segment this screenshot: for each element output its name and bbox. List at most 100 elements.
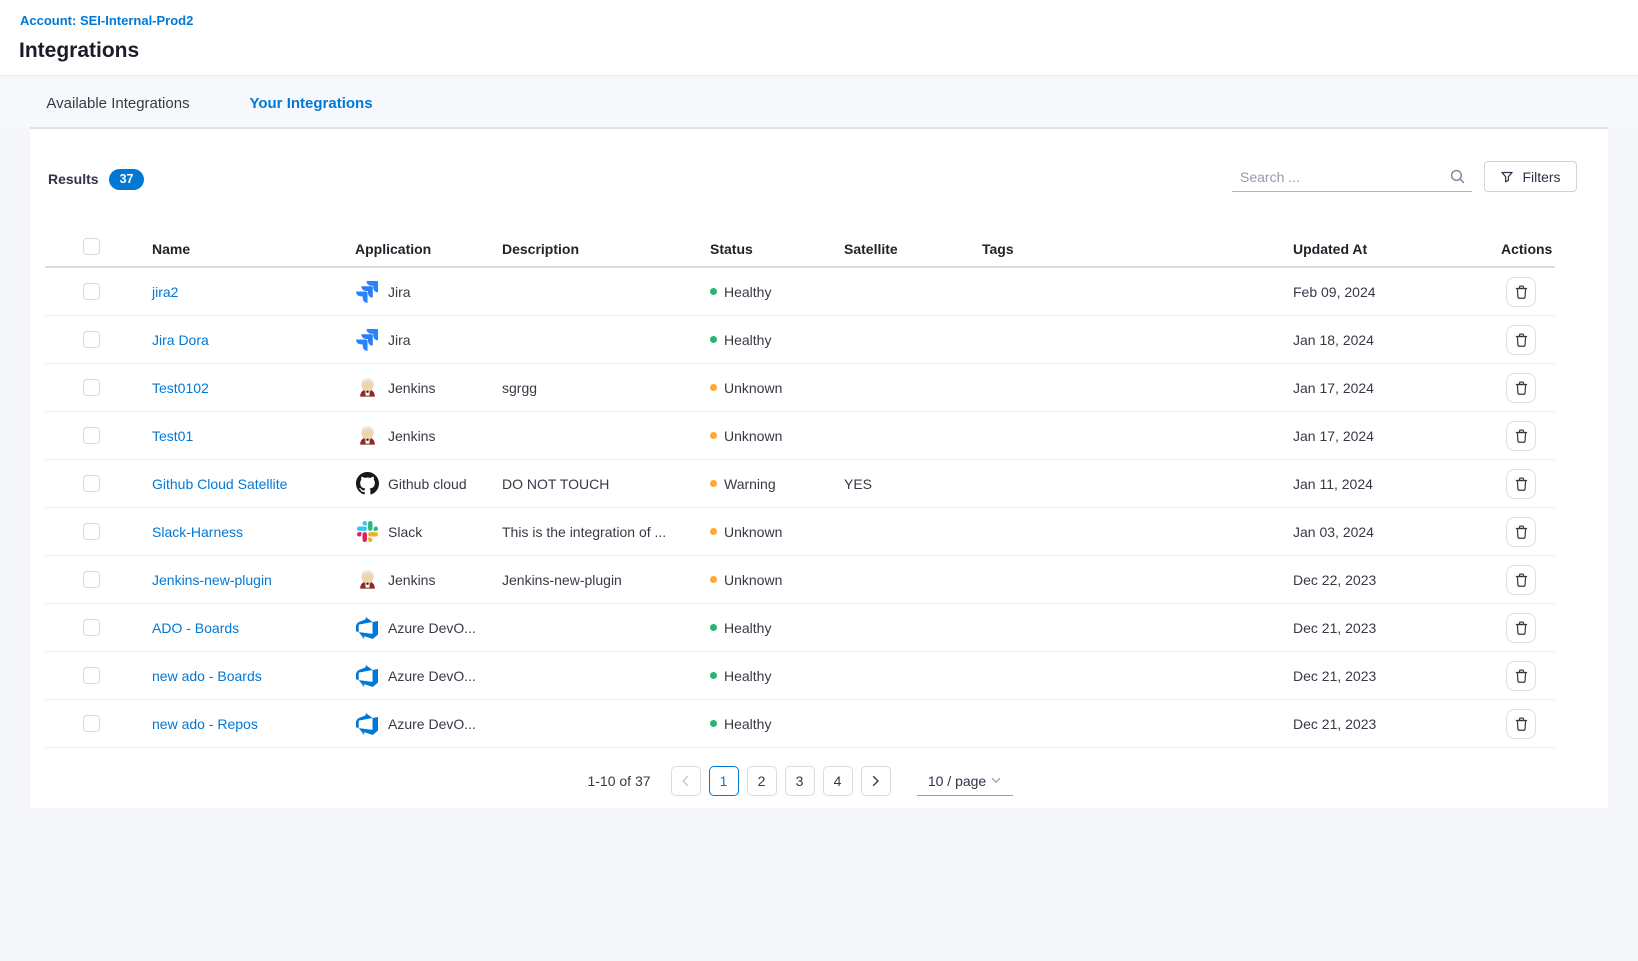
status-text: Healthy (724, 332, 771, 348)
delete-integration-button[interactable] (1506, 421, 1536, 451)
tab-your-integrations[interactable]: Your Integrations (237, 77, 385, 129)
row-checkbox[interactable] (83, 283, 100, 300)
application-label: Azure DevO... (388, 716, 476, 732)
row-checkbox[interactable] (83, 667, 100, 684)
row-checkbox[interactable] (83, 571, 100, 588)
column-header-actions: Actions (1495, 241, 1555, 257)
delete-integration-button[interactable] (1506, 277, 1536, 307)
updated-at-value: Dec 21, 2023 (1293, 716, 1376, 732)
status-dot (710, 624, 717, 631)
status-dot (710, 480, 717, 487)
select-all-checkbox[interactable] (83, 238, 100, 255)
page-title: Integrations (19, 39, 139, 63)
integration-name-link[interactable]: new ado - Repos (152, 716, 258, 732)
azure-devops-icon (355, 664, 379, 688)
table-row: Jenkins-new-pluginJenkinsJenkins-new-plu… (45, 556, 1555, 604)
updated-at-value: Jan 11, 2024 (1293, 476, 1373, 492)
integration-name-link[interactable]: Jenkins-new-plugin (152, 572, 272, 588)
row-checkbox[interactable] (83, 379, 100, 396)
table-row: new ado - BoardsAzure DevO...HealthyDec … (45, 652, 1555, 700)
github-icon (355, 472, 379, 496)
account-breadcrumb-link[interactable]: Account: SEI-Internal-Prod2 (20, 13, 193, 28)
column-header-status: Status (695, 241, 840, 257)
integration-name-link[interactable]: Jira Dora (152, 332, 209, 348)
table-row: jira2JiraHealthyFeb 09, 2024 (45, 268, 1555, 316)
jenkins-icon (355, 376, 379, 400)
delete-integration-button[interactable] (1506, 325, 1536, 355)
delete-integration-button[interactable] (1506, 517, 1536, 547)
status-text: Unknown (724, 524, 782, 540)
delete-integration-button[interactable] (1506, 565, 1536, 595)
search-field (1232, 162, 1472, 192)
filter-funnel-icon (1500, 170, 1514, 184)
status-dot (710, 432, 717, 439)
column-header-satellite: Satellite (840, 241, 975, 257)
row-checkbox[interactable] (83, 427, 100, 444)
azure-devops-icon (355, 616, 379, 640)
description-text: This is the integration of ... (502, 524, 666, 540)
status-dot (710, 336, 717, 343)
status-dot (710, 288, 717, 295)
delete-integration-button[interactable] (1506, 373, 1536, 403)
table-row: Jira Dora Jira Healthy Jan 18, 2024 (45, 316, 1555, 364)
updated-at-value: Jan 18, 2024 (1293, 332, 1374, 348)
delete-integration-button[interactable] (1506, 661, 1536, 691)
pagination-page-button-2[interactable]: 2 (747, 766, 777, 796)
integration-name-link[interactable]: Test01 (152, 428, 193, 444)
integration-name-link[interactable]: jira2 (152, 284, 178, 300)
filters-button[interactable]: Filters (1484, 161, 1577, 192)
application-label: Jira (388, 284, 411, 300)
chevron-down-icon (991, 777, 1001, 784)
integration-name-link[interactable]: Github Cloud Satellite (152, 476, 287, 492)
jira-icon (355, 280, 379, 304)
application-label: Jira (388, 332, 411, 348)
page-size-select[interactable]: 10 / page (917, 766, 1013, 796)
tab-available-integrations[interactable]: Available Integrations (32, 77, 204, 129)
updated-at-value: Dec 22, 2023 (1293, 572, 1376, 588)
search-input[interactable] (1232, 169, 1449, 185)
application-label: Slack (388, 524, 422, 540)
status-dot (710, 576, 717, 583)
azure-devops-icon (355, 712, 379, 736)
status-text: Unknown (724, 572, 782, 588)
row-checkbox[interactable] (83, 523, 100, 540)
pagination-page-button-3[interactable]: 3 (785, 766, 815, 796)
pagination-page-button-1[interactable]: 1 (709, 766, 739, 796)
pagination-bar: 1-10 of 37 1234 10 / page (45, 765, 1555, 797)
top-header: Account: SEI-Internal-Prod2 Integrations (0, 0, 1638, 76)
delete-integration-button[interactable] (1506, 613, 1536, 643)
integration-name-link[interactable]: Test0102 (152, 380, 209, 396)
pagination-page-button-4[interactable]: 4 (823, 766, 853, 796)
delete-integration-button[interactable] (1506, 709, 1536, 739)
column-header-description: Description (490, 241, 695, 257)
status-dot (710, 384, 717, 391)
updated-at-value: Jan 17, 2024 (1293, 428, 1374, 444)
row-checkbox[interactable] (83, 715, 100, 732)
integration-name-link[interactable]: Slack-Harness (152, 524, 243, 540)
integration-name-link[interactable]: ADO - Boards (152, 620, 239, 636)
description-text: Jenkins-new-plugin (502, 572, 622, 588)
table-row: Slack-Harness Slack This is the integratio… (45, 508, 1555, 556)
pagination-next-button[interactable] (861, 766, 891, 796)
satellite-value: YES (844, 476, 872, 492)
row-checkbox[interactable] (83, 619, 100, 636)
results-count-badge: 37 (109, 169, 145, 190)
row-checkbox[interactable] (83, 331, 100, 348)
integrations-table: Name Application Description Status Sate… (45, 219, 1555, 748)
row-checkbox[interactable] (83, 475, 100, 492)
updated-at-value: Jan 17, 2024 (1293, 380, 1374, 396)
status-dot (710, 720, 717, 727)
application-label: Jenkins (388, 380, 435, 396)
status-text: Healthy (724, 668, 771, 684)
integration-name-link[interactable]: new ado - Boards (152, 668, 262, 684)
results-summary: Results 37 (48, 167, 144, 191)
delete-integration-button[interactable] (1506, 469, 1536, 499)
table-header-row: Name Application Description Status Sate… (45, 219, 1555, 268)
status-text: Healthy (724, 620, 771, 636)
updated-at-value: Jan 03, 2024 (1293, 524, 1374, 540)
status-text: Unknown (724, 428, 782, 444)
status-dot (710, 672, 717, 679)
status-text: Warning (724, 476, 776, 492)
pagination-prev-button[interactable] (671, 766, 701, 796)
description-text: DO NOT TOUCH (502, 476, 609, 492)
